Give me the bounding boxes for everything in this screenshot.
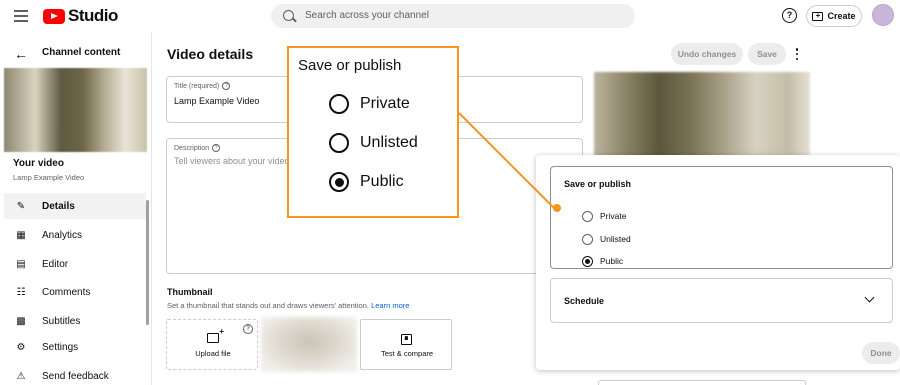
youtube-studio-logo[interactable]: Studio — [43, 6, 118, 26]
callout-option-private: Private — [329, 93, 410, 115]
sidebar-item-details[interactable]: ✎ Details — [4, 193, 146, 219]
feedback-icon: ⚠ — [16, 370, 26, 382]
callout-option-unlisted: Unlisted — [329, 132, 418, 154]
search-input[interactable]: Search across your channel — [305, 10, 429, 21]
create-video-icon: + — [812, 11, 824, 21]
callout-title: Save or publish — [298, 57, 402, 74]
callout-option-label: Private — [360, 95, 410, 112]
sidebar-item-label: Details — [42, 200, 75, 212]
help-icon[interactable]: ? — [243, 324, 253, 334]
card-edge — [598, 380, 806, 385]
sidebar-item-label: Comments — [42, 286, 91, 298]
save-button[interactable]: Save — [748, 43, 786, 65]
page-title: Video details — [167, 46, 254, 62]
video-preview[interactable] — [594, 72, 810, 160]
radio-unlisted[interactable]: Unlisted — [582, 233, 631, 245]
menu-icon[interactable] — [14, 10, 28, 22]
pencil-icon: ✎ — [16, 200, 26, 212]
sidebar-item-analytics[interactable]: ▦ Analytics — [4, 222, 146, 248]
editor-icon: ▤ — [16, 258, 26, 270]
help-icon[interactable]: ? — [212, 144, 221, 152]
help-icon[interactable]: ? — [782, 8, 797, 23]
sidebar-item-subtitles[interactable]: ▩ Subtitles — [4, 308, 146, 334]
callout-option-label: Public — [360, 173, 404, 190]
upload-label: Upload file — [195, 349, 231, 358]
gear-icon: ⚙ — [16, 341, 26, 353]
visibility-panel: Save or publish Private Unlisted Public … — [536, 155, 900, 370]
sidebar-item-editor[interactable]: ▤ Editor — [4, 251, 146, 277]
learn-more-link[interactable]: Learn more — [371, 301, 409, 310]
sidebar-scrollbar[interactable] — [146, 200, 149, 325]
search-icon — [283, 10, 294, 21]
done-button[interactable]: Done — [862, 342, 900, 364]
schedule-label: Schedule — [564, 296, 605, 306]
help-icon[interactable]: ? — [222, 82, 231, 90]
sidebar-item-send-feedback[interactable]: ⚠ Send feedback — [4, 363, 146, 385]
radio-label: Private — [600, 211, 627, 221]
radio-label: Unlisted — [600, 234, 631, 244]
search-bar[interactable]: Search across your channel — [271, 4, 635, 28]
thumbnail-heading: Thumbnail — [167, 287, 213, 297]
callout-option-public: Public — [329, 171, 404, 193]
add-image-icon — [207, 327, 224, 343]
more-options-icon[interactable] — [795, 48, 799, 60]
comments-icon: ☷ — [16, 286, 26, 298]
radio-unchecked-icon — [329, 94, 349, 114]
sidebar-item-label: Send feedback — [42, 370, 109, 382]
avatar[interactable] — [872, 4, 894, 26]
your-video-label: Your video — [13, 158, 64, 169]
test-compare-label: Test & compare — [380, 349, 434, 358]
thumbnail-subtitle: Set a thumbnail that stands out and draw… — [167, 301, 410, 310]
radio-public[interactable]: Public — [582, 255, 623, 267]
auto-thumbnail[interactable] — [261, 317, 357, 372]
schedule-section[interactable]: Schedule — [550, 278, 893, 323]
sidebar-item-label: Analytics — [42, 229, 83, 241]
channel-content-label[interactable]: Channel content — [42, 47, 120, 58]
video-name: Lamp Example Video — [13, 173, 85, 182]
radio-unchecked-icon[interactable] — [582, 210, 593, 222]
create-label: Create — [827, 11, 856, 21]
sidebar-item-settings[interactable]: ⚙ Settings — [4, 334, 146, 360]
back-arrow-icon[interactable]: ← — [14, 46, 28, 62]
undo-changes-button[interactable]: Undo changes — [671, 43, 743, 65]
sidebar-item-comments[interactable]: ☷ Comments — [4, 279, 146, 305]
save-or-publish-title: Save or publish — [564, 179, 632, 189]
callout-box: Save or publish Private Unlisted Public — [287, 46, 459, 218]
logo-text: Studio — [68, 6, 118, 25]
radio-label: Public — [600, 256, 624, 266]
description-input[interactable]: Tell viewers about your video — [174, 156, 290, 166]
subtitles-icon: ▩ — [16, 315, 26, 327]
sidebar-item-label: Settings — [42, 341, 79, 353]
analytics-icon: ▦ — [16, 229, 26, 241]
radio-unchecked-icon[interactable] — [582, 233, 593, 245]
sidebar: ← Channel content Your video Lamp Exampl… — [0, 32, 152, 385]
radio-checked-icon[interactable] — [582, 255, 593, 267]
video-thumbnail[interactable] — [4, 68, 147, 152]
test-compare-icon: ∎ — [401, 334, 412, 345]
youtube-play-icon — [43, 8, 65, 24]
sidebar-item-label: Editor — [42, 258, 69, 270]
upload-thumbnail-button[interactable]: ? Upload file — [166, 319, 258, 370]
radio-checked-icon — [329, 172, 349, 192]
title-input[interactable]: Lamp Example Video — [174, 96, 259, 106]
top-bar: Studio Search across your channel ? + Cr… — [0, 0, 900, 32]
save-or-publish-section[interactable]: Save or publish Private Unlisted Public — [550, 166, 893, 269]
description-field-label: Description? — [174, 144, 221, 152]
chevron-down-icon[interactable] — [864, 292, 875, 303]
create-button[interactable]: + Create — [806, 5, 862, 27]
radio-unchecked-icon — [329, 133, 349, 153]
title-field-label: Title (required)? — [174, 82, 231, 90]
sidebar-item-label: Subtitles — [42, 315, 81, 327]
radio-private[interactable]: Private — [582, 210, 626, 222]
test-compare-button[interactable]: ∎ Test & compare — [360, 319, 452, 370]
callout-option-label: Unlisted — [360, 134, 418, 151]
